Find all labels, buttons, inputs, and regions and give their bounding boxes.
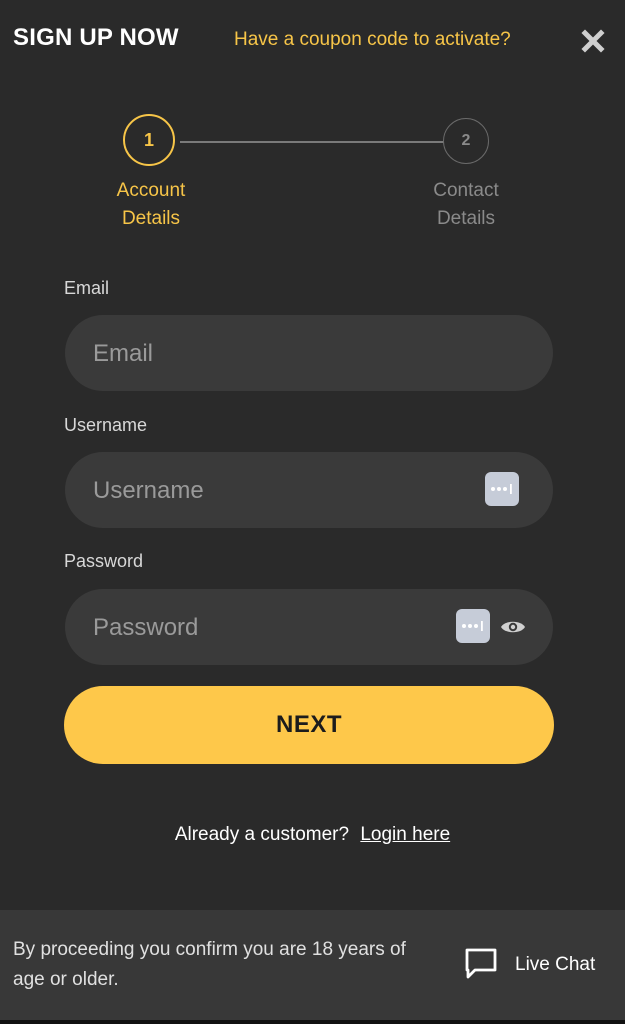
username-field[interactable]: [91, 452, 455, 530]
step-2-label: Contact Details: [396, 177, 536, 233]
password-manager-icon[interactable]: [485, 472, 519, 506]
step-1-label-line2: Details: [121, 208, 181, 229]
step-1-label-line1: Account: [116, 180, 186, 201]
age-notice: By proceeding you confirm you are 18 yea…: [13, 939, 406, 990]
stepper-connector: [180, 141, 444, 143]
close-icon[interactable]: [579, 27, 607, 55]
footer-bar: By proceeding you confirm you are 18 yea…: [0, 910, 625, 1020]
email-field[interactable]: [91, 315, 455, 393]
password-manager-icon[interactable]: [456, 609, 490, 643]
modal-title: SIGN UP NOW: [13, 24, 179, 51]
login-prompt-text: Already a customer?: [174, 824, 350, 845]
username-field-container: [65, 452, 553, 530]
step-1-label: Account Details: [81, 177, 221, 233]
live-chat-label: Live Chat: [515, 954, 596, 975]
bottom-edge: [0, 1020, 625, 1024]
password-field-container: [65, 589, 553, 667]
step-2-label-line1: Contact: [433, 180, 499, 201]
chat-bubble-icon: [463, 945, 499, 986]
signup-modal: SIGN UP NOW Have a coupon code to activa…: [0, 0, 625, 910]
show-password-eye-icon[interactable]: [499, 617, 527, 637]
step-2-label-line2: Details: [436, 208, 496, 229]
login-prompt-row: Already a customer? Login here: [0, 824, 625, 846]
step-2-indicator: 2: [443, 118, 489, 164]
next-button[interactable]: NEXT: [64, 686, 554, 764]
live-chat-button[interactable]: Live Chat: [463, 945, 595, 985]
login-here-link[interactable]: Login here: [360, 824, 450, 845]
username-label: Username: [64, 415, 148, 435]
coupon-code-link[interactable]: Have a coupon code to activate?: [234, 29, 511, 51]
password-field[interactable]: [91, 589, 455, 667]
password-label: Password: [64, 551, 144, 571]
step-1-indicator: 1: [123, 114, 175, 166]
email-field-container: [65, 315, 553, 393]
email-label: Email: [64, 278, 110, 298]
